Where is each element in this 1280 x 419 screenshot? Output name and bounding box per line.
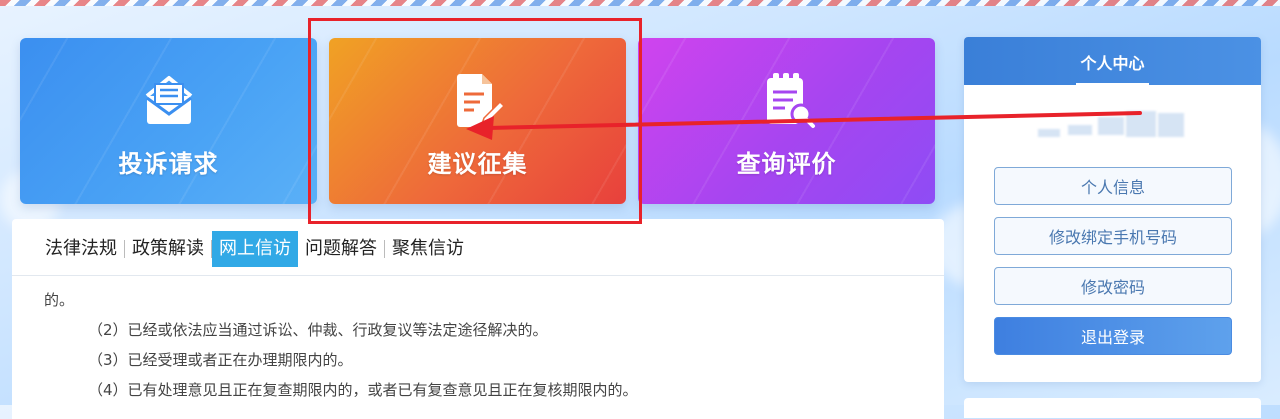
personal-center-title: 个人中心 [1076, 50, 1149, 85]
tab-underline-divider [12, 275, 944, 276]
card-label: 投诉请求 [118, 150, 219, 178]
document-edit-icon [456, 74, 505, 127]
suggestion-collection-card[interactable]: 建议征集 [329, 38, 626, 204]
content-line: （2）已经或依法应当通过诉讼、仲裁、行政复议等法定途径解决的。 [88, 321, 548, 339]
card-label: 查询评价 [736, 150, 837, 178]
tab-focus[interactable]: 聚焦信访 [385, 231, 471, 267]
tab-content: 的。 （2）已经或依法应当通过诉讼、仲裁、行政复议等法定途径解决的。 （3）已经… [44, 287, 638, 407]
personal-center-header: 个人中心 [964, 37, 1261, 85]
personal-info-button[interactable]: 个人信息 [994, 167, 1232, 205]
content-line: 的。 [44, 291, 75, 309]
info-tabs: 法律法规 政策解读 网上信访 问题解答 聚焦信访 [38, 231, 471, 267]
card-label: 建议征集 [427, 150, 528, 178]
tab-faq[interactable]: 问题解答 [298, 231, 384, 267]
query-evaluation-card[interactable]: 查询评价 [638, 38, 935, 204]
change-password-button[interactable]: 修改密码 [994, 267, 1232, 305]
complaint-request-card[interactable]: 投诉请求 [20, 38, 317, 204]
tab-policy[interactable]: 政策解读 [125, 231, 211, 267]
logout-button[interactable]: 退出登录 [994, 317, 1232, 355]
tab-online-petition[interactable]: 网上信访 [212, 231, 298, 267]
info-panel: 法律法规 政策解读 网上信访 问题解答 聚焦信访 的。 （2）已经或依法应当通过… [12, 219, 944, 419]
personal-center-panel: 个人中心 个人信息 修改绑定手机号码 修改密码 退出登录 [964, 37, 1261, 382]
envelope-icon [145, 76, 192, 124]
decorative-top-stripe [0, 0, 1280, 6]
user-name-blurred [1038, 111, 1188, 143]
content-line: （3）已经受理或者正在办理期限内的。 [88, 351, 353, 369]
change-phone-button[interactable]: 修改绑定手机号码 [994, 217, 1232, 255]
clipboard-search-icon [766, 73, 815, 128]
content-line: （4）已有处理意见且正在复查期限内的，或者已有复查意见且正在复核期限内的。 [88, 381, 638, 399]
tab-laws[interactable]: 法律法规 [38, 231, 124, 267]
secondary-panel [964, 398, 1261, 418]
